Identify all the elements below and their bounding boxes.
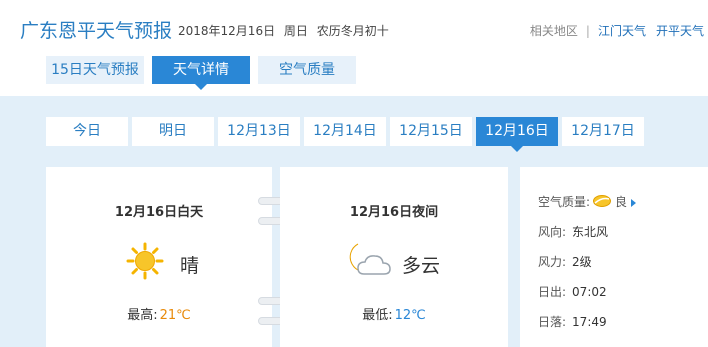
air-quality-value[interactable]: 良 [615, 195, 627, 209]
air-quality-row: 空气质量: 良 [538, 193, 637, 211]
max-temp: 最高: 21℃ [46, 304, 272, 323]
day-tab-today[interactable]: 今日 [46, 117, 128, 146]
day-tab-dec15[interactable]: 12月15日 [390, 117, 472, 146]
tab-air-quality[interactable]: 空气质量 [258, 56, 356, 84]
day-tab-dec16[interactable]: 12月16日 [476, 117, 558, 152]
related-separator: | [585, 24, 590, 38]
wind-direction-row: 风向: 东北风 [538, 223, 608, 240]
min-temp-value: 12℃ [394, 308, 426, 323]
date-info: 2018年12月16日 周日 农历冬月初十 [178, 22, 394, 39]
wind-direction-label: 风向: [538, 225, 567, 239]
nighttime-card: 12月16日夜间 多云 最低: 12℃ [280, 167, 508, 347]
weekday-text: 周日 [283, 24, 308, 38]
date-text: 2018年12月16日 [178, 24, 276, 38]
day-tab-dec17[interactable]: 12月17日 [562, 117, 644, 146]
wind-direction-value: 东北风 [572, 225, 609, 239]
aqi-good-icon [592, 194, 612, 211]
air-quality-label: 空气质量: [538, 195, 591, 209]
related-link-kaiping[interactable]: 开平天气 [656, 24, 704, 38]
max-temp-label: 最高: [127, 308, 158, 323]
lunar-date-text: 农历冬月初十 [316, 24, 389, 38]
weather-details-list: 空气质量: 良 风向: 东北风 风力: 2级 日出: 07:02 日落: 17:49 [520, 167, 708, 347]
sunset-row: 日落: 17:49 [538, 313, 607, 330]
tab-15day-forecast[interactable]: 15日天气预报 [46, 56, 144, 84]
daytime-weather-text: 晴 [180, 255, 200, 277]
min-temp-label: 最低: [362, 308, 393, 323]
page-title: 广东恩平天气预报 [20, 20, 173, 42]
sun-icon [126, 242, 164, 284]
wind-force-label: 风力: [538, 255, 567, 269]
day-tab-dec13[interactable]: 12月13日 [218, 117, 300, 146]
nighttime-title: 12月16日夜间 [349, 205, 439, 220]
related-regions: 相关地区 | 江门天气 开平天气 [530, 22, 704, 39]
moon-cloud-icon [342, 240, 394, 282]
nighttime-weather-text: 多云 [402, 255, 441, 277]
air-quality-arrow-icon[interactable] [631, 198, 637, 207]
daytime-title: 12月16日白天 [114, 205, 204, 220]
weather-detail-panel: 今日 明日 12月13日 12月14日 12月15日 12月16日 12月17日… [0, 96, 708, 347]
day-tab-dec14[interactable]: 12月14日 [304, 117, 386, 146]
related-regions-label: 相关地区 [529, 24, 578, 38]
wind-force-row: 风力: 2级 [538, 253, 592, 270]
tab-weather-details[interactable]: 天气详情 [152, 56, 250, 90]
sunrise-row: 日出: 07:02 [538, 283, 607, 300]
max-temp-value: 21℃ [159, 308, 191, 323]
daytime-card: 12月16日白天 晴 最高: 21℃ [46, 167, 272, 347]
related-link-jiangmen[interactable]: 江门天气 [598, 24, 646, 38]
sunset-value: 17:49 [572, 315, 607, 329]
sunset-label: 日落: [538, 315, 567, 329]
sunrise-label: 日出: [538, 285, 567, 299]
sunrise-value: 07:02 [572, 285, 607, 299]
day-tab-tomorrow[interactable]: 明日 [132, 117, 214, 146]
min-temp: 最低: 12℃ [280, 304, 508, 323]
wind-force-value: 2级 [572, 255, 592, 269]
